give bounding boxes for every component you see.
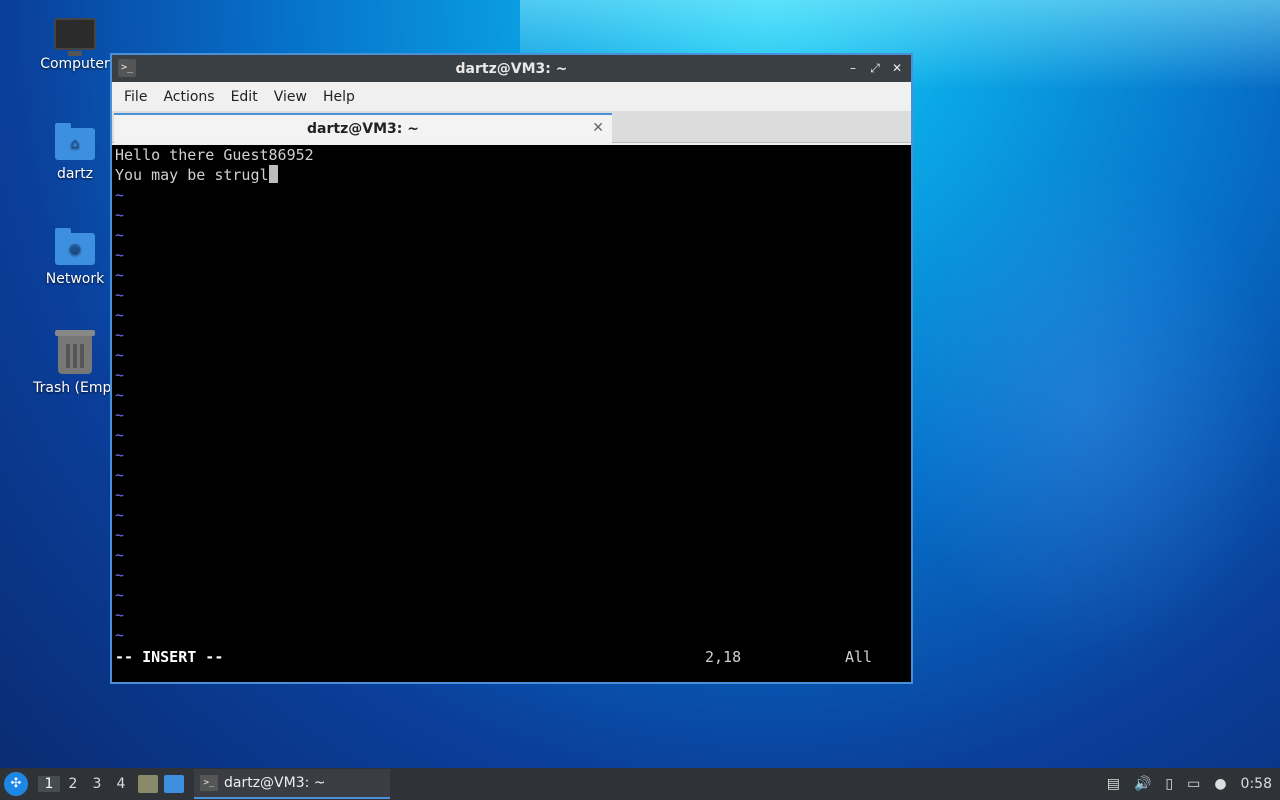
- menu-edit[interactable]: Edit: [223, 89, 266, 105]
- workspace-1[interactable]: 1: [38, 776, 60, 792]
- workspace-2[interactable]: 2: [62, 776, 84, 792]
- tilde-marker: ~: [115, 306, 125, 324]
- computer-icon: [54, 18, 96, 56]
- cursor-position: 2,18: [705, 648, 742, 666]
- tilde-marker: ~: [115, 186, 125, 204]
- start-menu-icon[interactable]: ✣: [4, 772, 28, 796]
- tilde-marker: ~: [115, 386, 125, 404]
- menubar: File Actions Edit View Help: [112, 82, 911, 111]
- vim-status-line: -- INSERT -- 2,18 All: [115, 647, 905, 667]
- task-label: dartz@VM3: ~: [224, 775, 326, 791]
- tab-bar: dartz@VM3: ~ ✕: [112, 111, 911, 143]
- tilde-marker: ~: [115, 466, 125, 484]
- terminal-line-cursor-row: You may be strugl: [115, 165, 278, 185]
- terminal-area[interactable]: Hello there Guest86952 You may be strugl…: [112, 145, 911, 682]
- minimize-icon[interactable]: –: [845, 59, 861, 77]
- trash-icon: [55, 330, 95, 374]
- notification-icon[interactable]: ●: [1214, 776, 1226, 792]
- close-icon[interactable]: ✕: [889, 59, 905, 77]
- tilde-marker: ~: [115, 606, 125, 624]
- tilde-marker: ~: [115, 366, 125, 384]
- workspace-3[interactable]: 3: [86, 776, 108, 792]
- tilde-marker: ~: [115, 406, 125, 424]
- maximize-icon[interactable]: ⤢: [867, 59, 883, 77]
- update-icon[interactable]: ▤: [1107, 776, 1120, 792]
- terminal-task-icon: >_: [200, 775, 218, 791]
- menu-actions[interactable]: Actions: [155, 89, 222, 105]
- clipboard-icon[interactable]: ▯: [1165, 776, 1173, 792]
- scroll-indicator: All: [845, 648, 873, 666]
- tilde-marker: ~: [115, 586, 125, 604]
- tilde-marker: ~: [115, 506, 125, 524]
- tilde-marker: ~: [115, 546, 125, 564]
- terminal-app-icon[interactable]: >_: [118, 59, 136, 77]
- tilde-marker: ~: [115, 426, 125, 444]
- tilde-marker: ~: [115, 486, 125, 504]
- menu-help[interactable]: Help: [315, 89, 363, 105]
- tab-terminal[interactable]: dartz@VM3: ~ ✕: [114, 113, 612, 143]
- tilde-marker: ~: [115, 206, 125, 224]
- window-controls: – ⤢ ✕: [845, 59, 905, 77]
- show-desktop-icon[interactable]: [164, 775, 184, 793]
- tilde-marker: ~: [115, 226, 125, 244]
- taskbar-task-terminal[interactable]: >_ dartz@VM3: ~: [194, 769, 390, 799]
- tilde-marker: ~: [115, 246, 125, 264]
- terminal-line: You may be strugl: [115, 166, 269, 184]
- taskbar: ✣ 1 2 3 4 >_ dartz@VM3: ~ ▤ 🔊 ▯ ▭ ● 0:58: [0, 768, 1280, 800]
- tilde-marker: ~: [115, 526, 125, 544]
- window-titlebar[interactable]: >_ dartz@VM3: ~ – ⤢ ✕: [112, 55, 911, 82]
- tab-label: dartz@VM3: ~: [307, 121, 419, 137]
- network-icon: ◉: [55, 228, 95, 265]
- terminal-line: Hello there Guest86952: [115, 146, 314, 164]
- tilde-marker: ~: [115, 326, 125, 344]
- clock[interactable]: 0:58: [1241, 776, 1272, 792]
- text-cursor: [268, 165, 278, 183]
- tilde-marker: ~: [115, 266, 125, 284]
- volume-icon[interactable]: 🔊: [1134, 776, 1151, 792]
- system-tray: ▤ 🔊 ▯ ▭ ● 0:58: [1107, 768, 1272, 800]
- menu-view[interactable]: View: [266, 89, 315, 105]
- tab-close-icon[interactable]: ✕: [592, 120, 604, 136]
- tilde-marker: ~: [115, 566, 125, 584]
- workspace-4[interactable]: 4: [110, 776, 132, 792]
- home-folder-icon: ⌂: [55, 123, 95, 160]
- desktop-glow: [900, 160, 1280, 660]
- menu-file[interactable]: File: [116, 89, 155, 105]
- window-title: dartz@VM3: ~: [455, 60, 568, 77]
- tilde-marker: ~: [115, 286, 125, 304]
- vim-mode: -- INSERT --: [115, 648, 224, 666]
- tilde-marker: ~: [115, 446, 125, 464]
- tilde-marker: ~: [115, 626, 125, 644]
- network-tray-icon[interactable]: ▭: [1187, 776, 1200, 792]
- file-manager-icon[interactable]: [138, 775, 158, 793]
- terminal-window: >_ dartz@VM3: ~ – ⤢ ✕ File Actions Edit …: [110, 53, 913, 684]
- tilde-marker: ~: [115, 346, 125, 364]
